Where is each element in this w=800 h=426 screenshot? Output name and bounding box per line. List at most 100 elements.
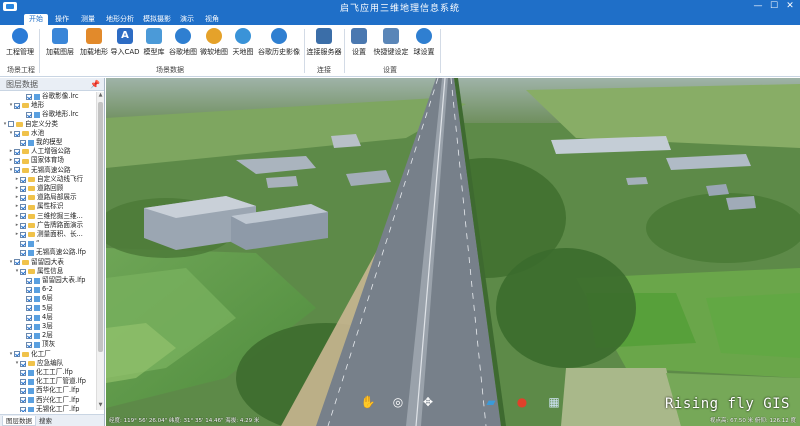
globe-settings-button[interactable]: 球设置 xyxy=(411,27,437,62)
tree-file-item[interactable]: 6-2 xyxy=(20,285,53,295)
menu-operate[interactable]: 操作 xyxy=(50,14,74,25)
project-manage-button[interactable]: 工程管理 xyxy=(4,27,36,62)
layer-checkbox[interactable] xyxy=(14,158,20,165)
tree-folder-item[interactable]: ▾ 自定义分类 xyxy=(2,120,58,130)
layer-checkbox[interactable] xyxy=(20,360,26,367)
layer-checkbox[interactable] xyxy=(20,369,26,376)
buildings-icon[interactable]: ▦ xyxy=(546,394,562,410)
minimize-icon[interactable]: — xyxy=(750,0,766,13)
tree-folder-item[interactable]: ▾ 应急编队 xyxy=(14,359,64,369)
tree-folder-item[interactable]: ▾ 化工厂 xyxy=(8,350,51,360)
pan-hand-icon[interactable]: ✋ xyxy=(360,394,376,410)
load-layer-button[interactable]: 加载图层 xyxy=(44,27,76,62)
layer-checkbox[interactable] xyxy=(26,314,32,321)
layer-checkbox[interactable] xyxy=(14,148,20,155)
tree-folder-item[interactable]: ▸ 国家体育场 xyxy=(8,156,64,166)
model-library-button[interactable]: 模型库 xyxy=(140,27,168,62)
layer-checkbox[interactable] xyxy=(26,332,32,339)
connect-server-button[interactable]: 连接服务器 xyxy=(306,27,342,62)
tree-folder-item[interactable]: ▸ 自定义动线飞行 xyxy=(14,175,83,185)
tree-file-item[interactable]: 西华化工厂.lfp xyxy=(14,386,79,396)
layer-checkbox[interactable] xyxy=(20,194,26,201)
tianditu-button[interactable]: 天地图 xyxy=(229,27,257,62)
layer-checkbox[interactable] xyxy=(20,213,26,220)
google-history-imagery-button[interactable]: 谷歌历史影像 xyxy=(258,27,300,62)
tree-folder-item[interactable]: ▾ 水池 xyxy=(8,129,44,139)
layer-checkbox[interactable] xyxy=(26,112,32,119)
layer-checkbox[interactable] xyxy=(20,222,26,229)
pin-icon[interactable]: 📌 xyxy=(90,78,100,91)
map-pin-icon[interactable]: ● xyxy=(514,394,530,410)
layer-checkbox[interactable] xyxy=(14,102,20,109)
layer-checkbox[interactable] xyxy=(26,286,32,293)
tree-folder-item[interactable]: ▾ 地形 xyxy=(8,101,44,111)
tree-file-item[interactable]: 3层 xyxy=(20,322,53,332)
tab-search[interactable]: 搜索 xyxy=(36,416,55,426)
tree-folder-item[interactable]: ▸ 广告牌路面演示 xyxy=(14,221,83,231)
tree-folder-item[interactable]: ▸ 测量面积、长... xyxy=(14,230,83,240)
layer-checkbox[interactable] xyxy=(26,296,32,303)
menu-start[interactable]: 开始 xyxy=(24,14,48,25)
layer-checkbox[interactable] xyxy=(26,93,32,100)
layer-checkbox[interactable] xyxy=(20,268,26,275)
layer-checkbox[interactable] xyxy=(14,259,20,266)
shape-tool-icon[interactable]: ▰ xyxy=(483,394,499,410)
layer-checkbox[interactable] xyxy=(20,176,26,183)
tree-file-item[interactable]: 5层 xyxy=(20,304,53,314)
scroll-down-icon[interactable]: ▼ xyxy=(97,402,104,410)
layer-checkbox[interactable] xyxy=(26,277,32,284)
tree-file-item[interactable]: 6层 xyxy=(20,294,53,304)
google-map-button[interactable]: 谷歌地图 xyxy=(168,27,198,62)
layer-checkbox[interactable] xyxy=(20,378,26,385)
settings-button[interactable]: 设置 xyxy=(346,27,372,62)
layer-checkbox[interactable] xyxy=(8,121,14,128)
layer-checkbox[interactable] xyxy=(20,204,26,211)
layer-checkbox[interactable] xyxy=(14,167,20,174)
menu-terrain-analysis[interactable]: 地形分析 xyxy=(101,14,139,25)
tree-file-item[interactable]: 4层 xyxy=(20,313,53,323)
tab-layer-data[interactable]: 图层数据 xyxy=(2,416,36,426)
tree-folder-item[interactable]: ▾ 留留园大表 xyxy=(8,258,64,268)
layer-checkbox[interactable] xyxy=(26,305,32,312)
load-terrain-button[interactable]: 加载地形 xyxy=(78,27,110,62)
layer-checkbox[interactable] xyxy=(20,250,26,257)
menu-demo[interactable]: 演示 xyxy=(175,14,199,25)
layer-checkbox[interactable] xyxy=(20,185,26,192)
close-icon[interactable]: ✕ xyxy=(782,0,798,13)
menu-view[interactable]: 视角 xyxy=(200,14,224,25)
tree-file-item[interactable]: 西兴化工厂.lfp xyxy=(14,396,79,406)
layer-checkbox[interactable] xyxy=(26,342,32,349)
tree-file-item[interactable]: 留留园大表.lfp xyxy=(20,276,85,286)
scroll-up-icon[interactable]: ▲ xyxy=(97,92,104,100)
tree-folder-item[interactable]: ▸ 属性标识 xyxy=(14,202,64,212)
import-cad-button[interactable]: A 导入CAD xyxy=(110,27,140,62)
ms-map-button[interactable]: 微软地图 xyxy=(199,27,229,62)
menu-simulated-photo[interactable]: 模拟摄影 xyxy=(138,14,176,25)
menu-measure[interactable]: 测量 xyxy=(76,14,100,25)
layer-checkbox[interactable] xyxy=(20,231,26,238)
layer-checkbox[interactable] xyxy=(20,397,26,404)
scroll-thumb[interactable] xyxy=(98,102,103,352)
shortcut-settings-button[interactable]: 快捷键设定 xyxy=(373,27,409,62)
3d-scene-viewport[interactable]: ✋ ◎ ✥ ▰ ● ▦ Rising fly GIS 经度: 119° 56' … xyxy=(106,78,800,426)
tree-folder-item[interactable]: ▸ 三维挖掘三维... xyxy=(14,212,83,222)
tree-file-item[interactable]: 顶灰 xyxy=(20,340,55,350)
layer-checkbox[interactable] xyxy=(20,406,26,412)
globe-nav-icon[interactable]: ◎ xyxy=(390,394,406,410)
layer-checkbox[interactable] xyxy=(14,351,20,358)
tree-file-item[interactable]: 无锡化工厂.lfp xyxy=(14,405,79,412)
layer-checkbox[interactable] xyxy=(20,139,26,146)
move-arrows-icon[interactable]: ✥ xyxy=(420,394,436,410)
tree-file-item[interactable]: 谷歌影像.lrc xyxy=(20,92,79,102)
layer-checkbox[interactable] xyxy=(20,388,26,395)
tree-file-item[interactable]: 无锡高速公路.lfp xyxy=(14,248,86,258)
layer-tree-scrollbar[interactable]: ▲ ▼ xyxy=(96,92,104,410)
project-icon xyxy=(12,28,28,44)
layer-checkbox[interactable] xyxy=(14,130,20,137)
tree-folder-item[interactable]: ▾ 无锡高速公路 xyxy=(8,166,71,176)
tree-file-item[interactable]: 谷歌地形.lrc xyxy=(20,110,79,120)
tree-folder-item[interactable]: ▾ 属性信息 xyxy=(14,267,64,277)
maximize-icon[interactable]: ☐ xyxy=(766,0,782,13)
layer-checkbox[interactable] xyxy=(26,323,32,330)
layer-checkbox[interactable] xyxy=(20,240,26,247)
